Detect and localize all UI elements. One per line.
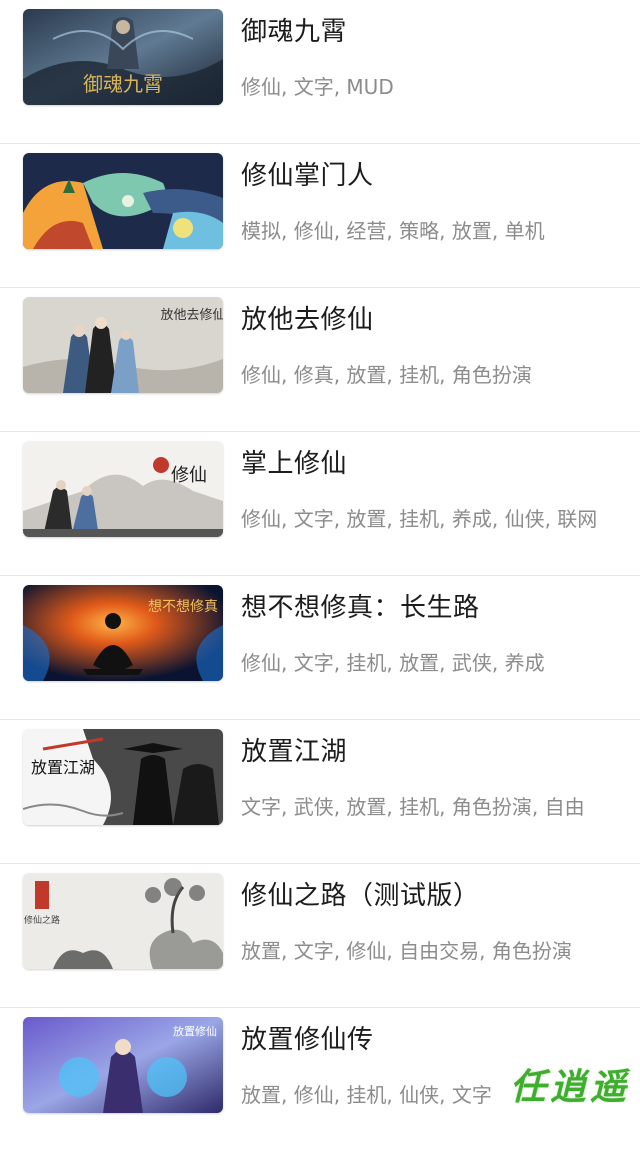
cover-caption: 放置修仙 (173, 1024, 217, 1038)
game-title[interactable]: 放置江湖 (241, 734, 347, 770)
cover-meditation-icon: 想不想修真 (23, 585, 223, 681)
game-row-xiuxianzhilu[interactable]: 修仙之路 修仙之路（测试版） 放置, 文字, 修仙, 自由交易, 角色扮演 (0, 864, 640, 1008)
game-tags: 修仙, 修真, 放置, 挂机, 角色扮演 (241, 363, 532, 387)
game-tags: 修仙, 文字, 放置, 挂机, 养成, 仙侠, 联网 (241, 507, 598, 531)
game-tags: 放置, 文字, 修仙, 自由交易, 角色扮演 (241, 939, 572, 963)
game-title[interactable]: 掌上修仙 (241, 446, 347, 482)
game-title[interactable]: 放他去修仙 (241, 302, 374, 338)
cover-caption: 御魂九霄 (83, 72, 163, 96)
game-tags: 修仙, 文字, 挂机, 放置, 武侠, 养成 (241, 651, 545, 675)
game-cover-zhangshang[interactable]: 修仙 (23, 441, 223, 537)
game-tags: 放置, 修仙, 挂机, 仙侠, 文字 (241, 1083, 492, 1107)
game-row-xiangbuxiang[interactable]: 想不想修真 想不想修真：长生路 修仙, 文字, 挂机, 放置, 武侠, 养成 (0, 576, 640, 720)
cover-ink-landscape-icon: 修仙 (23, 441, 223, 537)
cover-cultivator-icon: 放置修仙 (23, 1017, 223, 1113)
watermark-logo: 任逍遥 (509, 1067, 630, 1108)
cover-caption: 想不想修真 (148, 599, 218, 615)
cover-caption: 修仙之路 (24, 914, 60, 926)
game-tags: 修仙, 文字, MUD (241, 75, 394, 99)
game-title[interactable]: 修仙之路（测试版） (241, 878, 480, 914)
cover-yuhun-icon: 御魂九霄 (23, 9, 223, 105)
game-cover-fangzhixiuxianzhuan[interactable]: 放置修仙 (23, 1017, 223, 1113)
game-title[interactable]: 放置修仙传 (241, 1022, 374, 1058)
cover-pine-rock-icon: 修仙之路 (23, 873, 223, 969)
cover-caption: 放他去修仙 (160, 308, 223, 323)
game-tags: 文字, 武侠, 放置, 挂机, 角色扮演, 自由 (241, 795, 585, 819)
cover-map-icon (23, 153, 223, 249)
game-cover-yuhun[interactable]: 御魂九霄 (23, 9, 223, 105)
game-cover-fangtaqu[interactable]: 放他去修仙 (23, 297, 223, 393)
game-row-zhangshang[interactable]: 修仙 掌上修仙 修仙, 文字, 放置, 挂机, 养成, 仙侠, 联网 (0, 432, 640, 576)
game-cover-xiuxianzhilu[interactable]: 修仙之路 (23, 873, 223, 969)
cover-ink-characters-icon: 放他去修仙 (23, 297, 223, 393)
game-cover-xiangbuxiang[interactable]: 想不想修真 (23, 585, 223, 681)
game-title[interactable]: 御魂九霄 (241, 14, 347, 50)
cover-swordsman-icon: 放置江湖 (23, 729, 223, 825)
game-cover-zhangmenren[interactable] (23, 153, 223, 249)
game-row-yuhun[interactable]: 御魂九霄 御魂九霄 修仙, 文字, MUD (0, 0, 640, 144)
game-row-fangzhijianghu[interactable]: 放置江湖 放置江湖 文字, 武侠, 放置, 挂机, 角色扮演, 自由 (0, 720, 640, 864)
game-tags: 模拟, 修仙, 经营, 策略, 放置, 单机 (241, 219, 545, 243)
cover-caption: 修仙 (171, 465, 207, 486)
game-cover-fangzhijianghu[interactable]: 放置江湖 (23, 729, 223, 825)
game-row-zhangmenren[interactable]: 修仙掌门人 模拟, 修仙, 经营, 策略, 放置, 单机 (0, 144, 640, 288)
game-title[interactable]: 修仙掌门人 (241, 158, 374, 194)
game-title[interactable]: 想不想修真：长生路 (241, 590, 480, 626)
game-row-fangtaqu[interactable]: 放他去修仙 放他去修仙 修仙, 修真, 放置, 挂机, 角色扮演 (0, 288, 640, 432)
cover-caption: 放置江湖 (31, 758, 95, 777)
